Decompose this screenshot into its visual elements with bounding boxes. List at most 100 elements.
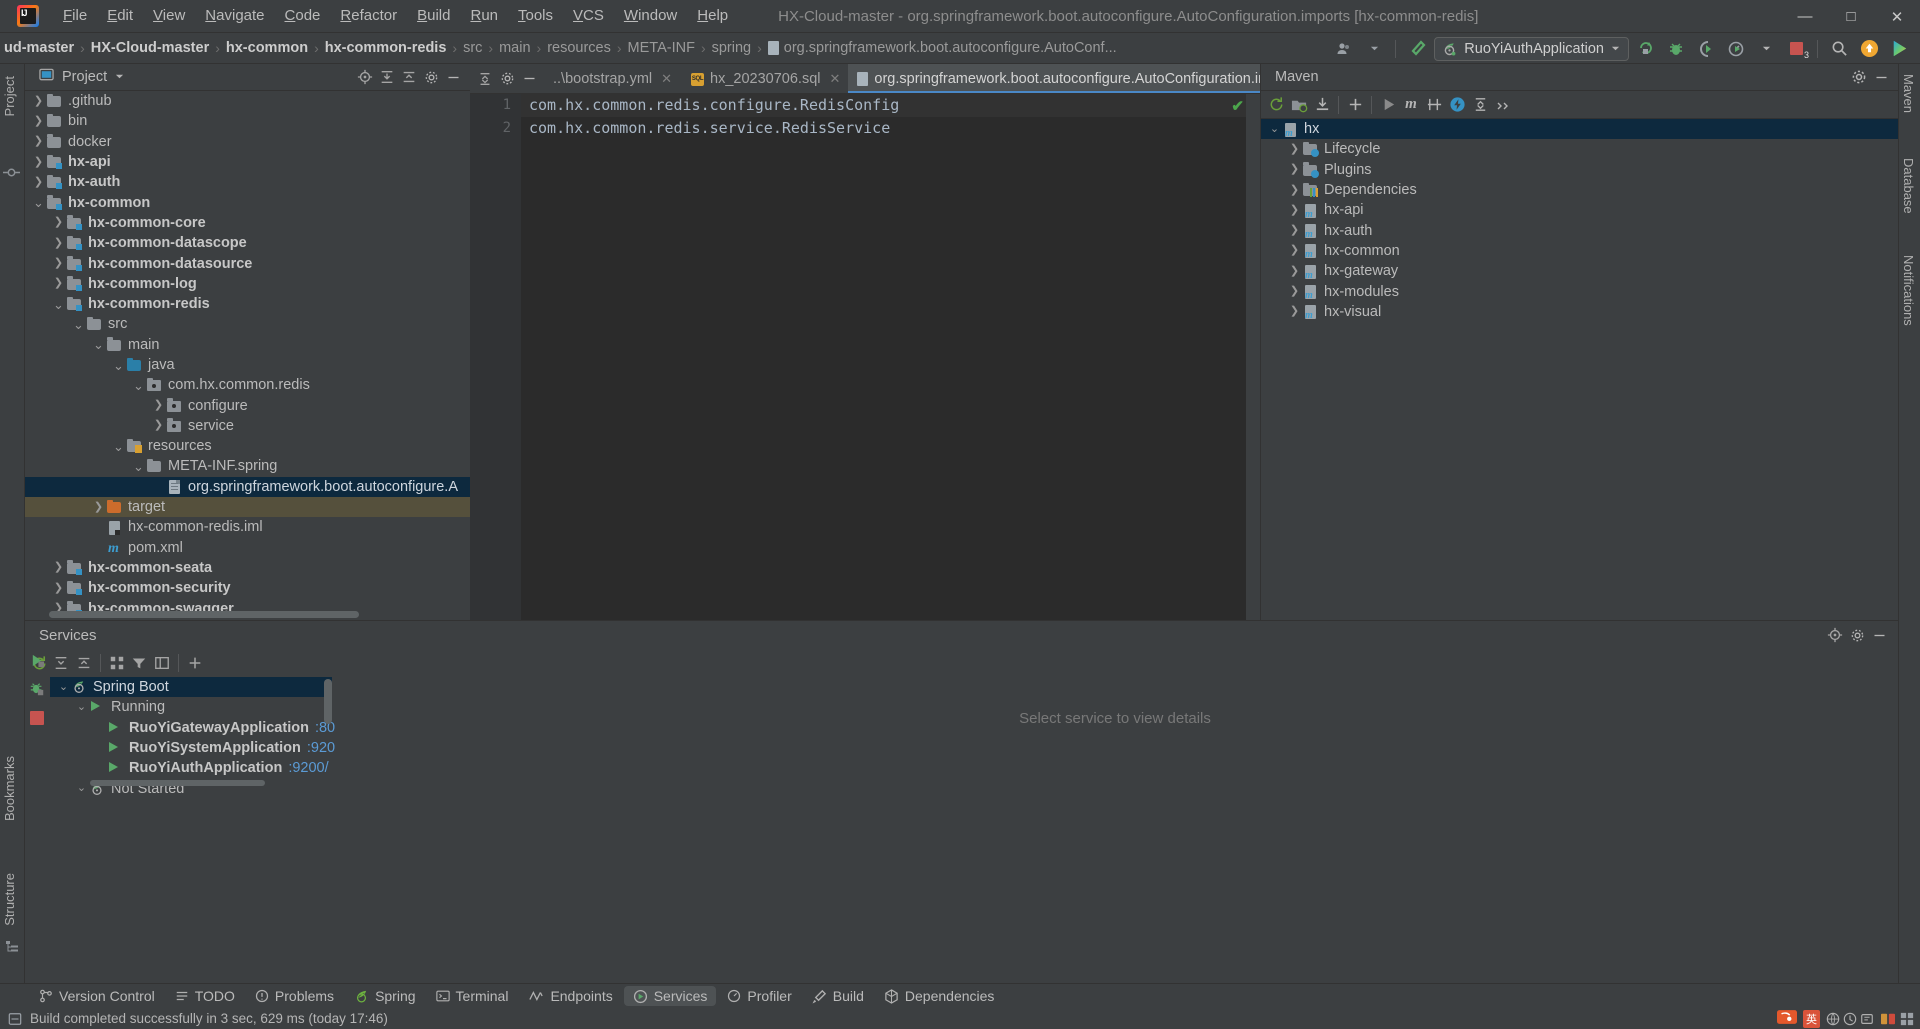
services-tree-node[interactable]: RuoYiGatewayApplication:80 <box>50 718 335 738</box>
chevron-right-icon[interactable]: ❯ <box>51 562 66 573</box>
menu-item-run[interactable]: Run <box>460 4 508 28</box>
breadcrumb-item-2[interactable]: hx-common <box>222 38 312 58</box>
maven-tree-node[interactable]: ❯ Lifecycle <box>1261 139 1898 159</box>
chevron-right-icon[interactable]: ❯ <box>51 258 66 269</box>
chevron-right-icon[interactable]: ❯ <box>91 501 106 513</box>
project-tree-node[interactable]: ❯ target <box>25 496 470 518</box>
chevron-down-icon[interactable] <box>1753 37 1779 61</box>
project-tree-node[interactable]: ❯ hx-common-seata <box>25 558 470 578</box>
menu-item-help[interactable]: Help <box>687 4 738 28</box>
services-vscrollbar[interactable] <box>324 679 332 724</box>
menu-item-file[interactable]: File <box>53 4 97 28</box>
chevron-down-icon[interactable]: ⌄ <box>31 196 46 209</box>
project-tree[interactable]: ❯ .github ❯ bin ❯ docker ❯ hx-api ❯ hx-auth ⌄ hx-co… <box>25 91 470 620</box>
execute-icon[interactable] <box>1377 94 1399 116</box>
breadcrumb-item-4[interactable]: src <box>459 38 486 58</box>
collapse-icon[interactable] <box>474 68 496 90</box>
download-sources-icon[interactable] <box>1311 94 1333 116</box>
project-tree-node[interactable]: m pom.xml <box>25 538 470 558</box>
project-tree-node[interactable]: ⌄ META-INF.spring <box>25 456 470 476</box>
chevron-down-icon[interactable]: ⌄ <box>71 318 86 331</box>
chevron-right-icon[interactable]: ❯ <box>31 95 46 107</box>
commit-icon[interactable] <box>3 164 21 182</box>
profiler-icon[interactable] <box>1446 94 1468 116</box>
hammer-icon[interactable] <box>1404 37 1430 61</box>
chevron-right-icon[interactable]: ❯ <box>31 176 46 188</box>
editor-tab-2[interactable]: org.springframework.boot.autoconfigure.A… <box>848 64 1331 93</box>
chevron-right-icon[interactable]: ❯ <box>31 136 46 147</box>
expand-all-icon[interactable] <box>51 652 71 674</box>
menu-item-window[interactable]: Window <box>614 4 687 28</box>
editor-code[interactable]: com.hx.common.redis.configure.RedisConfi… <box>521 94 1260 620</box>
project-tree-node[interactable]: ⌄ hx-common-redis <box>25 294 470 314</box>
chevron-right-icon[interactable]: ❯ <box>51 278 66 289</box>
menu-item-view[interactable]: View <box>143 4 195 28</box>
debug-icon[interactable] <box>1663 37 1689 61</box>
bottom-tab-version-control[interactable]: Version Control <box>30 986 164 1006</box>
breadcrumb-item-7[interactable]: META-INF <box>624 38 699 58</box>
gear-icon[interactable] <box>1848 66 1870 88</box>
chevron-down-icon[interactable]: ⌄ <box>74 701 89 713</box>
coverage-icon[interactable] <box>1693 37 1719 61</box>
hide-panel-icon[interactable] <box>518 68 540 90</box>
project-tree-node[interactable]: ⌄ resources <box>25 436 470 456</box>
chevron-down-icon[interactable]: ⌄ <box>131 460 146 473</box>
project-tree-node[interactable]: ⌄ main <box>25 335 470 355</box>
project-tree-node[interactable]: ❯ hx-api <box>25 152 470 172</box>
sogou-ime-icon[interactable] <box>1777 1009 1797 1028</box>
expand-all-icon[interactable] <box>376 66 398 88</box>
settings-icon[interactable] <box>1846 624 1868 646</box>
maven-goal-icon[interactable]: m <box>1400 94 1422 116</box>
maven-tree-node[interactable]: ❯ Plugins <box>1261 160 1898 180</box>
collapse-all-icon[interactable] <box>398 66 420 88</box>
services-hscrollbar[interactable] <box>90 780 265 786</box>
editor-body[interactable]: 12 com.hx.common.redis.configure.RedisCo… <box>470 94 1260 620</box>
layout-icon[interactable] <box>151 652 171 674</box>
structure-icon[interactable] <box>5 940 19 959</box>
menu-item-code[interactable]: Code <box>275 4 331 28</box>
menu-item-tools[interactable]: Tools <box>508 4 563 28</box>
breadcrumb-item-8[interactable]: spring <box>708 38 756 58</box>
menu-item-build[interactable]: Build <box>407 4 460 28</box>
chevron-right-icon[interactable]: ❯ <box>1287 306 1302 317</box>
hide-panel-icon[interactable] <box>1868 624 1890 646</box>
project-tree-node[interactable]: ⌄ java <box>25 355 470 375</box>
settings-icon[interactable] <box>496 68 518 90</box>
group-icon[interactable] <box>107 652 127 674</box>
breadcrumb-item-6[interactable]: resources <box>543 38 615 58</box>
bottom-tab-terminal[interactable]: Terminal <box>427 986 518 1006</box>
chevron-down-icon[interactable]: ⌄ <box>74 783 89 794</box>
hide-panel-icon[interactable] <box>442 66 464 88</box>
breadcrumb-item-9[interactable]: org.springframework.boot.autoconfigure.A… <box>764 38 1121 58</box>
services-tree-node[interactable]: ⌄ Spring Boot <box>50 677 332 698</box>
close-button[interactable]: ✕ <box>1874 0 1920 33</box>
chevron-down-icon[interactable]: ⌄ <box>131 379 146 392</box>
breadcrumb-item-0[interactable]: ud-master <box>0 38 78 58</box>
plus-icon[interactable] <box>1344 94 1366 116</box>
breadcrumb-item-3[interactable]: hx-common-redis <box>321 38 451 58</box>
update-arrow-icon[interactable] <box>1856 37 1882 61</box>
editor-tab-1[interactable]: SQL hx_20230706.sql ✕ <box>680 64 848 93</box>
profiler-icon[interactable] <box>1723 37 1749 61</box>
search-icon[interactable] <box>1826 37 1852 61</box>
chevron-right-icon[interactable]: ❯ <box>1287 286 1302 297</box>
chevron-right-icon[interactable]: ❯ <box>51 582 66 594</box>
project-tree-hscrollbar[interactable] <box>49 611 359 618</box>
project-tree-node[interactable]: ❯ bin <box>25 111 470 131</box>
stripe-item-project[interactable]: Project <box>2 70 17 122</box>
project-tree-node[interactable]: ❯ service <box>25 416 470 436</box>
project-tree-node[interactable]: ❯ docker <box>25 132 470 152</box>
maven-tree-node[interactable]: ❯ hx-common <box>1261 241 1898 261</box>
chevron-down-icon[interactable]: ⌄ <box>51 298 66 311</box>
chevron-down-icon[interactable]: ⌄ <box>111 359 126 372</box>
maven-tree-node[interactable]: ❯ Dependencies <box>1261 180 1898 200</box>
chevron-right-icon[interactable]: ❯ <box>1287 245 1302 256</box>
project-tree-node[interactable]: ❯ hx-common-log <box>25 274 470 294</box>
locate-icon[interactable] <box>354 66 376 88</box>
bottom-tab-problems[interactable]: Problems <box>246 986 343 1006</box>
chevron-right-icon[interactable]: ❯ <box>31 156 46 168</box>
maven-tree-node[interactable]: ❯ hx-visual <box>1261 302 1898 322</box>
bottom-tab-profiler[interactable]: Profiler <box>718 986 800 1006</box>
maven-tree-node[interactable]: ❯ hx-api <box>1261 200 1898 220</box>
collapse-all-icon[interactable] <box>74 652 94 674</box>
